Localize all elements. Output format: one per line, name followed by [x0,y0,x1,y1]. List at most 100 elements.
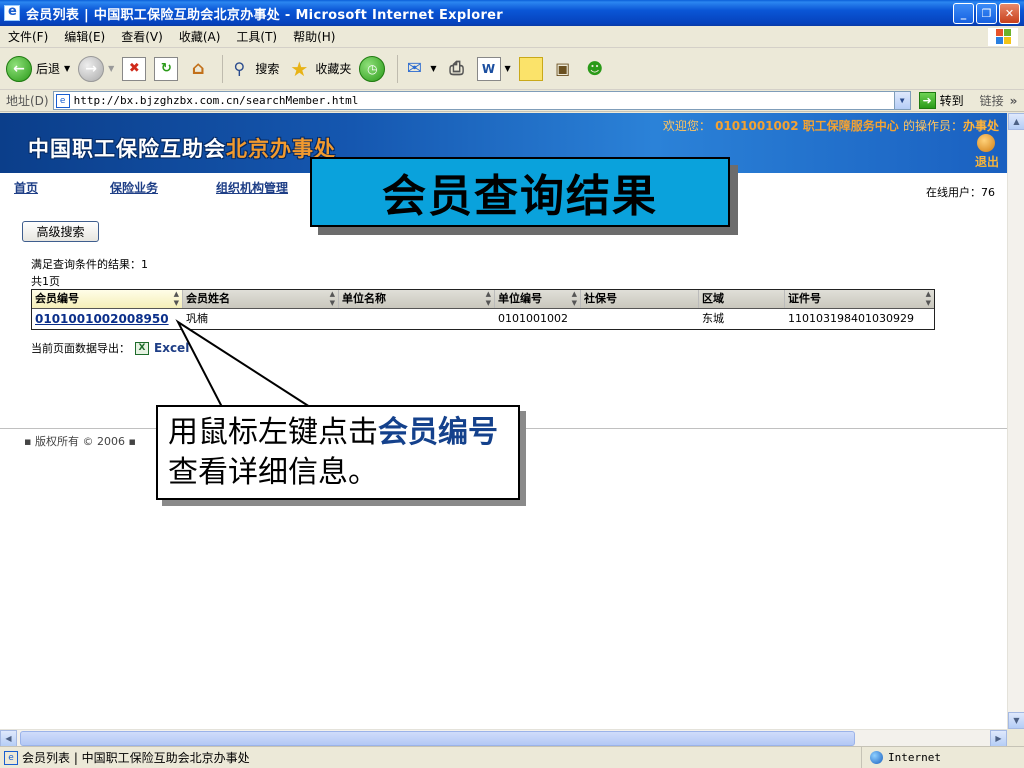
print-button[interactable]: ⎙ [445,57,469,81]
mail-dropdown-icon[interactable]: ▼ [430,64,436,73]
page-icon: e [55,93,70,108]
status-bar: e 会员列表 | 中国职工保险互助会北京办事处 Internet [0,746,1024,768]
go-button[interactable]: ➜ 转到 [918,92,964,109]
callout-highlight: 会员编号 [378,415,498,450]
tutorial-banner: 会员查询结果 [310,157,730,227]
minimize-button[interactable]: _ [953,3,974,24]
page-count: 共1页 [31,275,60,288]
page-icon: e [4,750,18,765]
horizontal-scrollbar[interactable]: ◀ ▶ [0,729,1007,747]
messenger-icon: ☻ [586,59,604,78]
address-dropdown-icon[interactable]: ▼ [893,92,910,109]
menu-help[interactable]: 帮助(H) [293,28,335,45]
column-header-label: 会员编号 [35,292,79,305]
status-page-title: 会员列表 | 中国职工保险互助会北京办事处 [22,751,250,765]
horizontal-scroll-thumb[interactable] [20,731,855,746]
menu-tools[interactable]: 工具(T) [236,28,277,45]
address-input[interactable]: e http://bx.bjzghzbx.com.cn/searchMember… [52,91,911,110]
logout-link[interactable]: 退出 [975,153,999,170]
unit-id-cell: 0101001002 [498,312,568,325]
nav-insurance[interactable]: 保险业务 [110,179,158,196]
favorites-button[interactable]: ★ 收藏夹 [287,57,351,81]
nav-org-management[interactable]: 组织机构管理 [216,179,288,196]
social-security-cell [581,309,699,329]
advanced-search-button[interactable]: 高级搜索 [22,221,99,242]
welcome-org: 职工保障服务中心 [802,119,899,133]
column-header-unit-id[interactable]: 单位编号 ▲ ▼ [495,290,581,308]
menu-file[interactable]: 文件(F) [8,28,48,45]
sort-icon: ▲ ▼ [485,290,491,307]
welcome-prefix: 欢迎您： [662,119,711,133]
excel-icon[interactable]: X [135,341,149,355]
menu-favorites[interactable]: 收藏(A) [179,28,221,45]
page-viewport: 中国职工保险互助会北京办事处 欢迎您： 0101001002 职工保障服务中心 … [0,113,1007,729]
close-button[interactable]: ✕ [999,3,1020,24]
status-zone: Internet [862,751,941,764]
discuss-icon [518,56,543,81]
mail-button[interactable]: ✉ ▼ [402,57,437,81]
star-icon: ★ [290,56,309,81]
history-icon: ◷ [359,55,386,82]
table-row: 0101001002008950 巩楠 0101001002 东城 110103… [32,309,934,329]
footer-copyright: ▪ 版权所有 © 2006 ▪ [24,435,136,448]
column-header-id-number[interactable]: 证件号 ▲ ▼ [785,290,934,308]
menu-view[interactable]: 查看(V) [121,28,163,45]
home-button[interactable]: ⌂ [186,57,210,81]
column-header-member-id[interactable]: 会员编号 ▲ ▼ [32,290,183,308]
status-zone-label: Internet [888,751,941,764]
refresh-button[interactable]: ↻ [154,56,179,81]
address-label: 地址(D) [6,94,49,108]
home-icon: ⌂ [191,58,205,79]
member-id-link[interactable]: 0101001002008950 [32,309,183,329]
forward-arrow-icon: → [78,55,105,82]
browser-toolbar: ← 后退 ▼ → ▼ ✖ ↻ ⌂ ⚲ 搜索 ★ 收藏夹 ◷ ✉ ▼ ⎙ W ▼ … [0,48,1024,90]
search-button[interactable]: ⚲ 搜索 [227,57,279,81]
maximize-button[interactable]: ❐ [976,3,997,24]
welcome-operator-label: 的操作员： [902,119,963,133]
address-bar: 地址(D) e http://bx.bjzghzbx.com.cn/search… [0,90,1024,112]
online-users: 在线用户：76 [926,186,995,199]
scroll-left-icon[interactable]: ◀ [0,730,17,747]
forward-dropdown-icon[interactable]: ▼ [108,64,114,73]
search-label: 搜索 [255,62,280,76]
table-header: 会员编号 ▲ ▼ 会员姓名 ▲ ▼ 单位名称 ▲ ▼ 单位编号 ▲ ▼ 社保号 区域 [32,290,934,309]
address-url: http://bx.bjzghzbx.com.cn/searchMember.h… [73,94,359,107]
callout-text-after: 查看详细信息。 [168,455,378,490]
back-dropdown-icon[interactable]: ▼ [64,64,70,73]
menu-bar: 文件(F) 编辑(E) 查看(V) 收藏(A) 工具(T) 帮助(H) [0,26,1024,48]
stop-button[interactable]: ✖ [122,56,147,81]
edit-button[interactable]: W ▼ [476,56,511,81]
column-header-area[interactable]: 区域 [699,290,785,308]
discuss-button[interactable] [518,56,543,81]
callout-text-before: 用鼠标左键点击 [168,415,378,450]
favorites-label: 收藏夹 [315,62,352,76]
links-button[interactable]: 链接 » [980,92,1018,109]
scroll-right-icon[interactable]: ▶ [990,730,1007,747]
column-header-social-security[interactable]: 社保号 [581,290,699,308]
sort-icon: ▲ ▼ [925,290,931,307]
column-header-label: 区域 [702,292,724,305]
nav-home[interactable]: 首页 [14,179,38,196]
column-header-unit-name[interactable]: 单位名称 ▲ ▼ [339,290,495,308]
scroll-up-icon[interactable]: ▲ [1008,113,1024,130]
welcome-message: 欢迎您： 0101001002 职工保障服务中心 的操作员：办事处 [663,117,999,134]
tutorial-callout: 用鼠标左键点击会员编号查看详细信息。 [156,405,520,500]
scroll-down-icon[interactable]: ▼ [1008,712,1024,729]
vertical-scrollbar[interactable]: ▲ ▼ [1007,113,1024,729]
column-header-member-name[interactable]: 会员姓名 ▲ ▼ [183,290,339,308]
history-button[interactable]: ◷ [359,55,386,82]
mail-icon: ✉ [406,58,422,79]
chevron-right-icon: » [1009,94,1018,108]
export-excel-link[interactable]: Excel [154,341,189,355]
forward-button[interactable]: → ▼ [78,55,114,82]
site-logo: 中国职工保险互助会北京办事处 [28,133,336,163]
globe-icon [870,751,883,764]
back-button[interactable]: ← 后退 ▼ [6,55,70,82]
windows-flag-icon [996,29,1012,45]
column-header-label: 社保号 [584,292,617,305]
edit-dropdown-icon[interactable]: ▼ [505,64,511,73]
export-label: 当前页面数据导出： [31,342,130,355]
menu-edit[interactable]: 编辑(E) [64,28,105,45]
messenger-button[interactable]: ☻ [583,57,607,81]
research-button[interactable]: ▣ [551,57,575,81]
